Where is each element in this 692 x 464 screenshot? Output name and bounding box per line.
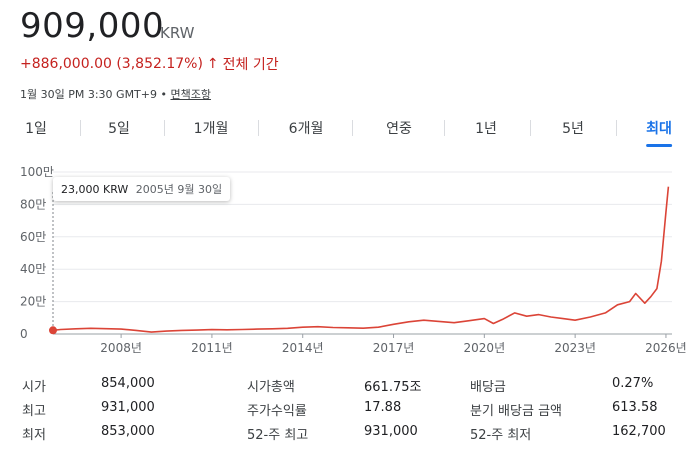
stats-row: 최저 853,000 52-주 최고 931,000 52-주 최저 162,7… [0, 424, 692, 448]
y-tick-label: 20만 [20, 295, 46, 309]
stat-label: 주가수익률 [247, 404, 307, 419]
price-change: +886,000.00 (3,852.17%) ↑ 전체 기간 [20, 54, 279, 74]
stat-value: 0.27% [612, 376, 654, 391]
tab-divider [80, 120, 81, 136]
tooltip-date: 2005년 9월 30일 [135, 183, 223, 196]
x-tick-label: 2008년 [100, 341, 142, 355]
tab-divider [352, 120, 353, 136]
stat-label: 시가총액 [247, 380, 295, 395]
timestamp-line: 1월 30일 PM 3:30 GMT+9 • 면책조항 [20, 86, 211, 102]
x-tick-label: 2026년 [645, 341, 687, 355]
tab-1d[interactable]: 1일 [25, 118, 47, 138]
y-tick-label: 40만 [20, 262, 46, 276]
tab-1y[interactable]: 1년 [475, 118, 497, 138]
tab-ytd[interactable]: 연중 [386, 118, 412, 138]
tab-divider [616, 120, 617, 136]
stat-value: 17.88 [364, 400, 402, 415]
change-period: 전체 기간 [222, 57, 279, 73]
stat-label: 52-주 최저 [470, 428, 532, 443]
stat-label: 분기 배당금 금액 [470, 404, 562, 419]
x-tick-label: 2017년 [373, 341, 415, 355]
stat-label: 52-주 최고 [247, 428, 309, 443]
stat-value: 931,000 [364, 424, 418, 439]
chart-tooltip: 23,000 KRW 2005년 9월 30일 [53, 177, 231, 201]
x-tick-label: 2020년 [464, 341, 506, 355]
disclaimer-link[interactable]: 면책조항 [170, 88, 210, 101]
tab-divider [164, 120, 165, 136]
y-tick-label: 60만 [20, 230, 46, 244]
range-tabs: 1일 5일 1개월 6개월 연중 1년 5년 최대 [0, 112, 692, 148]
hover-point [49, 326, 57, 335]
tab-1m[interactable]: 1개월 [194, 118, 229, 138]
tab-divider [530, 120, 531, 136]
stock-price: 909,000 [20, 6, 165, 46]
y-tick-label: 80만 [20, 197, 46, 211]
x-tick-label: 2011년 [191, 341, 233, 355]
currency-code: KRW [160, 24, 195, 42]
tab-max[interactable]: 최대 [646, 118, 672, 147]
change-amount: +886,000.00 (3,852.17%) [20, 56, 203, 72]
stat-label: 시가 [22, 380, 46, 395]
stats-row: 최고 931,000 주가수익률 17.88 분기 배당금 금액 613.58 [0, 400, 692, 424]
tab-divider [258, 120, 259, 136]
tab-divider [444, 120, 445, 136]
stats-row: 시가 854,000 시가총액 661.75조 배당금 0.27% [0, 376, 692, 400]
y-tick-label: 0 [20, 327, 28, 341]
stat-value: 853,000 [101, 424, 155, 439]
price-line [52, 186, 670, 333]
arrow-up-icon: ↑ [206, 56, 219, 72]
tooltip-value: 23,000 KRW [61, 183, 129, 196]
timestamp: 1월 30일 PM 3:30 GMT+9 • [20, 88, 167, 101]
tab-5d[interactable]: 5일 [108, 118, 130, 138]
stat-value: 613.58 [612, 400, 658, 415]
y-tick-label: 100만 [20, 165, 54, 179]
x-tick-label: 2014년 [282, 341, 324, 355]
stat-value: 931,000 [101, 400, 155, 415]
x-tick-label: 2023년 [554, 341, 596, 355]
stat-label: 최저 [22, 428, 46, 443]
tab-5y[interactable]: 5년 [562, 118, 584, 138]
stat-label: 최고 [22, 404, 46, 419]
tab-6m[interactable]: 6개월 [289, 118, 324, 138]
stat-label: 배당금 [470, 380, 506, 395]
stat-value: 854,000 [101, 376, 155, 391]
stat-value: 162,700 [612, 424, 666, 439]
stat-value: 661.75조 [364, 380, 422, 395]
